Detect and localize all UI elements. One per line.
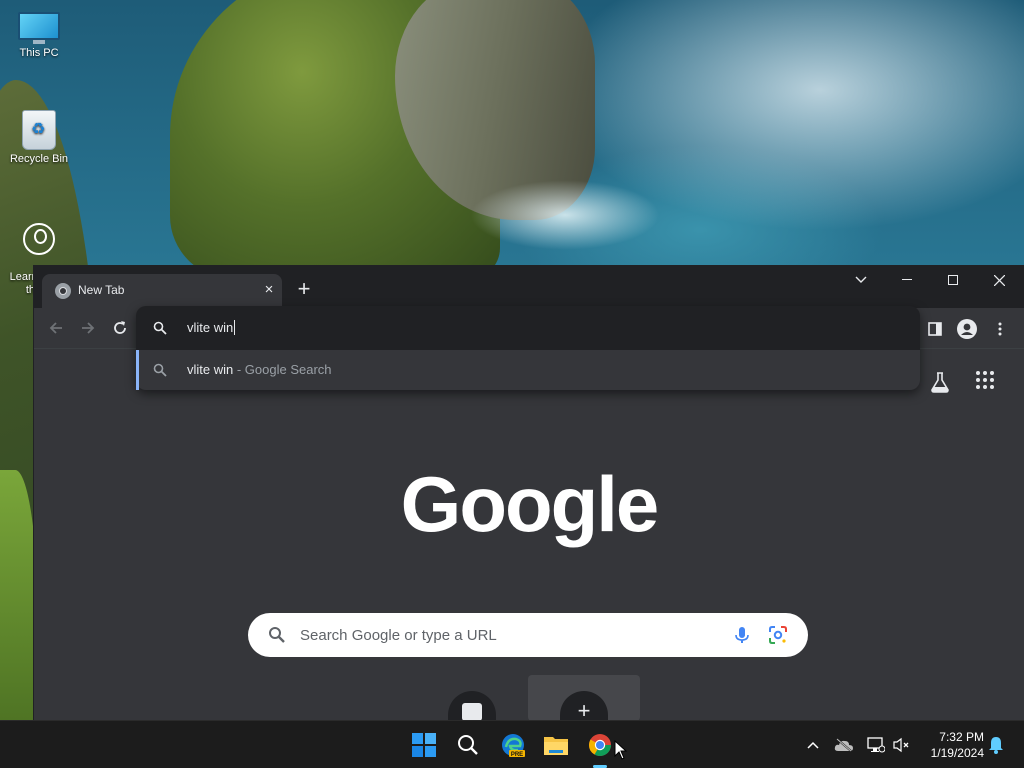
taskbar: PRE 7:32 PM 1/19/2024 bbox=[0, 720, 1024, 768]
reload-button[interactable] bbox=[110, 318, 130, 338]
maximize-button[interactable] bbox=[930, 266, 976, 294]
chevron-up-icon bbox=[807, 741, 819, 749]
edge-pre-badge: PRE bbox=[511, 752, 523, 758]
folder-icon bbox=[544, 737, 568, 755]
clock-date: 1/19/2024 bbox=[930, 746, 984, 760]
tab-search-button[interactable] bbox=[838, 266, 884, 294]
microphone-icon[interactable] bbox=[732, 625, 752, 645]
mouse-cursor-icon bbox=[614, 740, 628, 760]
cloud-offline-icon bbox=[834, 738, 853, 752]
desktop-icon-label: Recycle Bin bbox=[9, 153, 69, 165]
forward-button[interactable] bbox=[78, 318, 98, 338]
flask-icon bbox=[931, 372, 949, 393]
desktop-icon-recycle-bin[interactable]: ♻ Recycle Bin bbox=[1, 110, 77, 166]
arrow-left-icon bbox=[49, 322, 62, 334]
search-icon bbox=[153, 321, 167, 335]
apps-grid-icon bbox=[976, 371, 994, 389]
text-caret bbox=[234, 320, 236, 335]
google-apps-button[interactable] bbox=[976, 371, 998, 393]
computer-icon bbox=[18, 12, 60, 44]
profile-avatar-icon bbox=[957, 319, 977, 339]
maximize-icon bbox=[948, 275, 958, 285]
omnibox-popup: vlite win vlite win - Google Search bbox=[136, 306, 920, 390]
side-panel-button[interactable] bbox=[924, 318, 946, 340]
edge-preview-button[interactable]: PRE bbox=[497, 729, 529, 761]
search-icon bbox=[153, 363, 167, 377]
address-bar-text[interactable]: vlite win bbox=[187, 320, 236, 335]
notifications-button[interactable] bbox=[986, 735, 1006, 755]
chrome-labs-button[interactable] bbox=[929, 371, 951, 393]
desktop-icon-this-pc[interactable]: This PC bbox=[1, 12, 77, 60]
clock-time: 7:32 PM bbox=[939, 730, 984, 744]
edge-icon: PRE bbox=[502, 734, 525, 758]
tab-title: New Tab bbox=[78, 283, 125, 297]
bell-icon bbox=[989, 737, 1003, 754]
suggestion-query: vlite win bbox=[187, 362, 234, 377]
close-window-button[interactable] bbox=[976, 266, 1022, 294]
new-tab-page: Google Search Google or type a URL + bbox=[34, 348, 1024, 723]
address-bar[interactable]: vlite win bbox=[136, 306, 920, 350]
side-panel-icon bbox=[928, 322, 942, 336]
recycle-bin-icon: ♻ bbox=[22, 110, 56, 150]
volume-button[interactable] bbox=[892, 735, 912, 755]
show-hidden-icons-button[interactable] bbox=[803, 735, 823, 755]
tab-new-tab[interactable]: New Tab × bbox=[42, 274, 282, 308]
learn-picture-icon bbox=[23, 223, 55, 255]
omnibox-suggestion[interactable]: vlite win - Google Search bbox=[136, 350, 920, 390]
search-icon bbox=[458, 735, 478, 755]
arrow-right-icon bbox=[82, 322, 95, 334]
wallpaper-foam bbox=[470, 180, 660, 250]
new-tab-button[interactable]: + bbox=[292, 278, 316, 302]
onedrive-button[interactable] bbox=[834, 735, 854, 755]
start-button[interactable] bbox=[408, 729, 440, 761]
chrome-icon bbox=[589, 734, 611, 756]
suggestion-text: vlite win - Google Search bbox=[187, 362, 332, 377]
ntp-search-placeholder: Search Google or type a URL bbox=[300, 627, 497, 644]
desktop-icon-label: This PC bbox=[19, 47, 59, 59]
chevron-down-icon bbox=[855, 276, 867, 283]
google-logo: Google bbox=[400, 460, 660, 548]
taskbar-search-button[interactable] bbox=[452, 729, 484, 761]
reload-icon bbox=[114, 321, 126, 334]
more-vert-icon bbox=[998, 322, 1002, 336]
address-bar-value: vlite win bbox=[187, 320, 234, 335]
network-icon bbox=[867, 737, 885, 753]
ntp-search-box[interactable]: Search Google or type a URL bbox=[248, 613, 808, 657]
file-explorer-button[interactable] bbox=[540, 729, 572, 761]
google-lens-icon[interactable] bbox=[768, 625, 788, 645]
suggestion-selected-indicator bbox=[136, 350, 139, 390]
close-icon bbox=[993, 274, 1005, 286]
back-button[interactable] bbox=[46, 318, 66, 338]
minimize-icon bbox=[902, 279, 912, 280]
search-icon bbox=[269, 627, 285, 643]
minimize-button[interactable] bbox=[884, 266, 930, 294]
chrome-menu-button[interactable] bbox=[989, 318, 1011, 340]
network-button[interactable] bbox=[866, 735, 886, 755]
profile-button[interactable] bbox=[956, 318, 978, 340]
taskbar-clock[interactable]: 7:32 PM 1/19/2024 bbox=[920, 729, 984, 761]
chrome-taskbar-button[interactable] bbox=[584, 729, 616, 761]
tab-close-button[interactable]: × bbox=[259, 280, 279, 300]
suggestion-suffix: - Google Search bbox=[233, 362, 332, 377]
windows-logo-icon bbox=[412, 733, 436, 757]
volume-muted-icon bbox=[893, 737, 909, 753]
shortcut-icon[interactable] bbox=[448, 691, 496, 721]
tab-strip: New Tab × + bbox=[34, 266, 1024, 308]
chrome-favicon-icon bbox=[55, 283, 71, 299]
